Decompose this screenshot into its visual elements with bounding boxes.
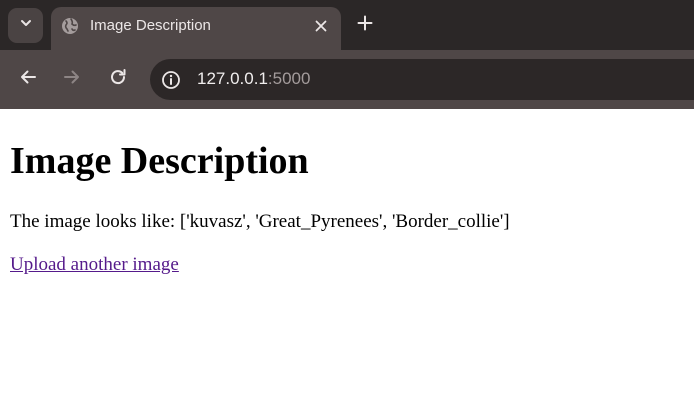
page-title: Image Description bbox=[10, 140, 309, 182]
url-host: 127.0.0.1 bbox=[197, 69, 268, 88]
url-port: :5000 bbox=[267, 69, 311, 88]
plus-icon bbox=[357, 15, 373, 36]
address-bar[interactable]: 127.0.0.1:5000 bbox=[150, 59, 694, 100]
upload-another-link[interactable]: Upload another image bbox=[10, 253, 179, 277]
tab-search-button[interactable] bbox=[8, 8, 43, 43]
arrow-right-icon bbox=[63, 68, 81, 91]
reload-icon bbox=[109, 68, 127, 91]
info-icon[interactable] bbox=[160, 69, 182, 91]
tab-title: Image Description bbox=[90, 17, 211, 34]
url-text[interactable]: 127.0.0.1:5000 bbox=[197, 69, 310, 89]
close-icon[interactable] bbox=[312, 17, 330, 35]
prediction-text: The image looks like: ['kuvasz', 'Great_… bbox=[10, 211, 510, 232]
forward-button[interactable] bbox=[61, 68, 83, 90]
new-tab-button[interactable] bbox=[354, 14, 376, 36]
toolbar: 127.0.0.1:5000 bbox=[0, 50, 694, 109]
back-button[interactable] bbox=[17, 68, 39, 90]
globe-icon bbox=[61, 17, 79, 35]
reload-button[interactable] bbox=[107, 68, 129, 90]
tab-image-description[interactable]: Image Description bbox=[51, 7, 341, 50]
tab-strip: Image Description bbox=[0, 0, 694, 50]
page-content: Image Description The image looks like: … bbox=[0, 109, 694, 419]
chevron-down-icon bbox=[19, 16, 33, 35]
arrow-left-icon bbox=[19, 68, 37, 91]
